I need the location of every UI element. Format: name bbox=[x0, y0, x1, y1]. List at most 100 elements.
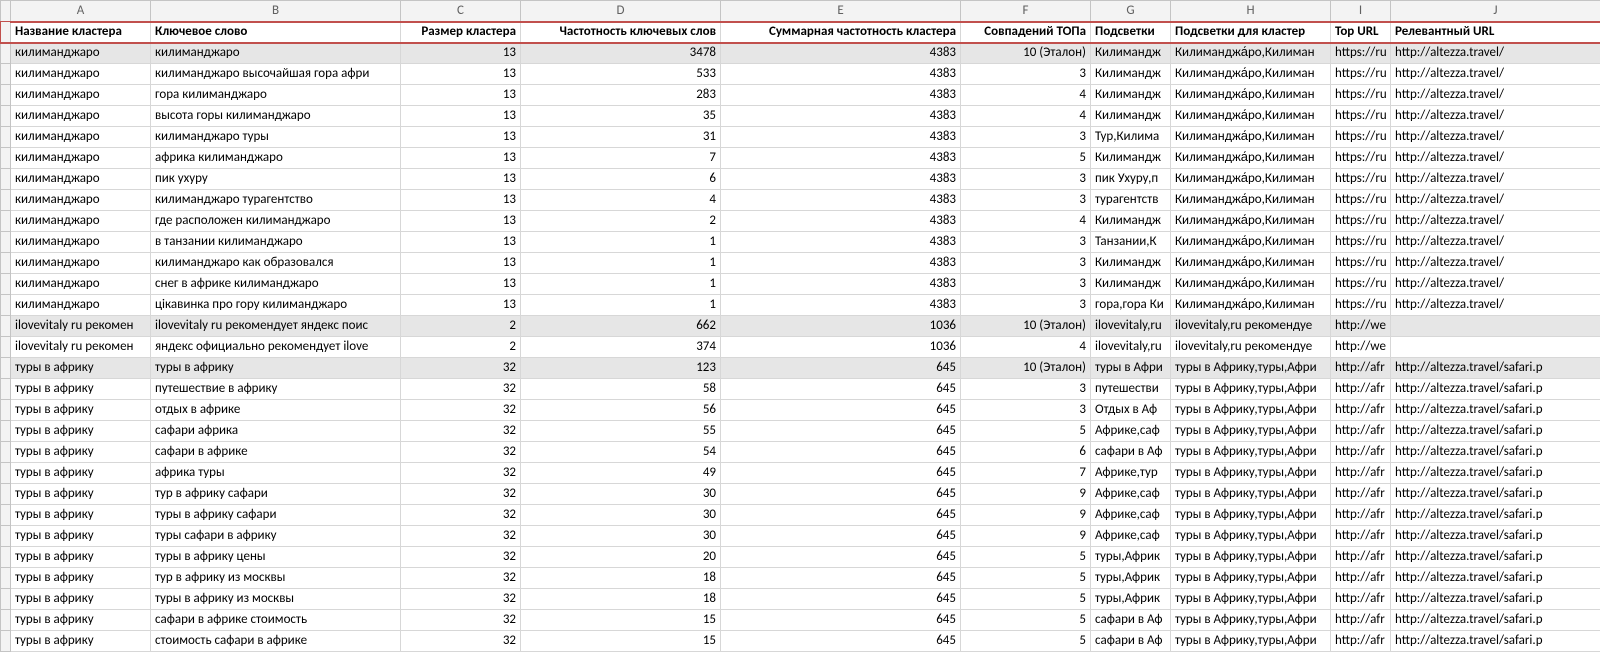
cell[interactable]: килиманджаро bbox=[11, 148, 151, 169]
cell[interactable]: 32 bbox=[401, 610, 521, 631]
cell[interactable]: 4383 bbox=[721, 253, 961, 274]
row-handle[interactable] bbox=[1, 505, 11, 526]
cell[interactable]: 4383 bbox=[721, 232, 961, 253]
cell[interactable]: 3 bbox=[961, 400, 1091, 421]
cell[interactable]: туры в африку bbox=[151, 358, 401, 379]
cell[interactable]: 32 bbox=[401, 442, 521, 463]
cell[interactable]: http://altezza.travel/safari.p bbox=[1391, 547, 1600, 568]
row-handle[interactable] bbox=[1, 43, 11, 64]
cell[interactable]: 32 bbox=[401, 589, 521, 610]
cell[interactable]: Килиманджа́ро,Килиман bbox=[1171, 190, 1331, 211]
cell[interactable]: 32 bbox=[401, 421, 521, 442]
row-handle[interactable] bbox=[1, 400, 11, 421]
cell[interactable]: https://ru bbox=[1331, 253, 1391, 274]
cell[interactable]: 15 bbox=[521, 631, 721, 652]
row-handle[interactable] bbox=[1, 316, 11, 337]
cell[interactable]: 49 bbox=[521, 463, 721, 484]
cell[interactable]: http://afr bbox=[1331, 568, 1391, 589]
cell[interactable]: в танзании килиманджаро bbox=[151, 232, 401, 253]
cell[interactable]: http://altezza.travel/ bbox=[1391, 274, 1600, 295]
cell[interactable]: http://altezza.travel/ bbox=[1391, 106, 1600, 127]
cell[interactable]: https://ru bbox=[1331, 64, 1391, 85]
row-handle[interactable] bbox=[1, 232, 11, 253]
cell[interactable]: http://afr bbox=[1331, 442, 1391, 463]
cell[interactable]: 55 bbox=[521, 421, 721, 442]
cell[interactable]: высота горы килиманджаро bbox=[151, 106, 401, 127]
cell[interactable]: туры в Африку,туры,Афри bbox=[1171, 442, 1331, 463]
cell[interactable]: 123 bbox=[521, 358, 721, 379]
cell[interactable]: Танзании,К bbox=[1091, 232, 1171, 253]
cell[interactable]: http://altezza.travel/safari.p bbox=[1391, 589, 1600, 610]
cell[interactable]: 645 bbox=[721, 358, 961, 379]
cell[interactable]: 645 bbox=[721, 547, 961, 568]
cell[interactable]: 13 bbox=[401, 169, 521, 190]
cell[interactable]: 6 bbox=[521, 169, 721, 190]
cell[interactable]: https://ru bbox=[1331, 211, 1391, 232]
cell[interactable]: https://ru bbox=[1331, 148, 1391, 169]
cell[interactable]: туры в Африку,туры,Афри bbox=[1171, 400, 1331, 421]
cell[interactable]: туры в африку bbox=[11, 589, 151, 610]
cell[interactable]: 4 bbox=[961, 85, 1091, 106]
row-handle[interactable] bbox=[1, 169, 11, 190]
cell[interactable]: 32 bbox=[401, 400, 521, 421]
cell[interactable]: Тур,Килима bbox=[1091, 127, 1171, 148]
row-handle[interactable] bbox=[1, 610, 11, 631]
cell[interactable]: 4383 bbox=[721, 106, 961, 127]
cell[interactable]: 1036 bbox=[721, 316, 961, 337]
cell[interactable]: 1 bbox=[521, 232, 721, 253]
cell[interactable]: Килимандж bbox=[1091, 64, 1171, 85]
cell[interactable]: 1 bbox=[521, 274, 721, 295]
row-handle[interactable] bbox=[1, 568, 11, 589]
cell[interactable]: туры в африку цены bbox=[151, 547, 401, 568]
cell[interactable]: Килиманджа́ро,Килиман bbox=[1171, 274, 1331, 295]
cell[interactable]: африка килиманджаро bbox=[151, 148, 401, 169]
row-handle[interactable] bbox=[1, 526, 11, 547]
row-handle[interactable] bbox=[1, 148, 11, 169]
header-cell[interactable]: Подсветки bbox=[1091, 22, 1171, 43]
cell[interactable]: Африке,саф bbox=[1091, 484, 1171, 505]
cell[interactable]: http://altezza.travel/ bbox=[1391, 190, 1600, 211]
cell[interactable]: Килиманджа́ро,Килиман bbox=[1171, 295, 1331, 316]
cell[interactable]: килиманджаро bbox=[11, 190, 151, 211]
cell[interactable]: 645 bbox=[721, 442, 961, 463]
cell[interactable]: http://altezza.travel/safari.p bbox=[1391, 400, 1600, 421]
cell[interactable]: http://afr bbox=[1331, 589, 1391, 610]
cell[interactable]: 32 bbox=[401, 547, 521, 568]
cell[interactable]: сафари в африке bbox=[151, 442, 401, 463]
cell[interactable]: 645 bbox=[721, 589, 961, 610]
cell[interactable]: http://altezza.travel/safari.p bbox=[1391, 379, 1600, 400]
cell[interactable]: 3 bbox=[961, 274, 1091, 295]
cell[interactable]: 32 bbox=[401, 631, 521, 652]
cell[interactable]: туры в Африку,туры,Афри bbox=[1171, 505, 1331, 526]
cell[interactable]: 7 bbox=[521, 148, 721, 169]
cell[interactable]: сафари в африке стоимость bbox=[151, 610, 401, 631]
cell[interactable]: http://altezza.travel/ bbox=[1391, 85, 1600, 106]
cell[interactable]: Отдых в Аф bbox=[1091, 400, 1171, 421]
cell[interactable]: туры в африку из москвы bbox=[151, 589, 401, 610]
cell[interactable]: 645 bbox=[721, 379, 961, 400]
cell[interactable]: http://altezza.travel/safari.p bbox=[1391, 568, 1600, 589]
cell[interactable]: 13 bbox=[401, 64, 521, 85]
cell[interactable]: Африке,саф bbox=[1091, 421, 1171, 442]
cell[interactable]: туры в африку bbox=[11, 547, 151, 568]
header-cell[interactable]: Подсветки для кластер bbox=[1171, 22, 1331, 43]
cell[interactable]: http://altezza.travel/ bbox=[1391, 232, 1600, 253]
cell[interactable]: Африке,саф bbox=[1091, 505, 1171, 526]
cell[interactable]: 645 bbox=[721, 400, 961, 421]
cell[interactable]: 3 bbox=[961, 64, 1091, 85]
cell[interactable]: 4383 bbox=[721, 64, 961, 85]
cell[interactable]: http://altezza.travel/safari.p bbox=[1391, 463, 1600, 484]
col-letter[interactable]: C bbox=[401, 1, 521, 22]
cell[interactable]: 31 bbox=[521, 127, 721, 148]
cell[interactable]: 645 bbox=[721, 484, 961, 505]
cell[interactable]: 645 bbox=[721, 526, 961, 547]
cell[interactable]: https://ru bbox=[1331, 295, 1391, 316]
cell[interactable]: Килиманджа́ро,Килиман bbox=[1171, 127, 1331, 148]
cell[interactable]: килиманджаро bbox=[151, 43, 401, 64]
cell[interactable]: Килимандж bbox=[1091, 211, 1171, 232]
cell[interactable]: 5 bbox=[961, 421, 1091, 442]
cell[interactable]: 13 bbox=[401, 43, 521, 64]
cell[interactable]: 4383 bbox=[721, 169, 961, 190]
cell[interactable]: туры в Африку,туры,Афри bbox=[1171, 379, 1331, 400]
row-handle[interactable] bbox=[1, 484, 11, 505]
